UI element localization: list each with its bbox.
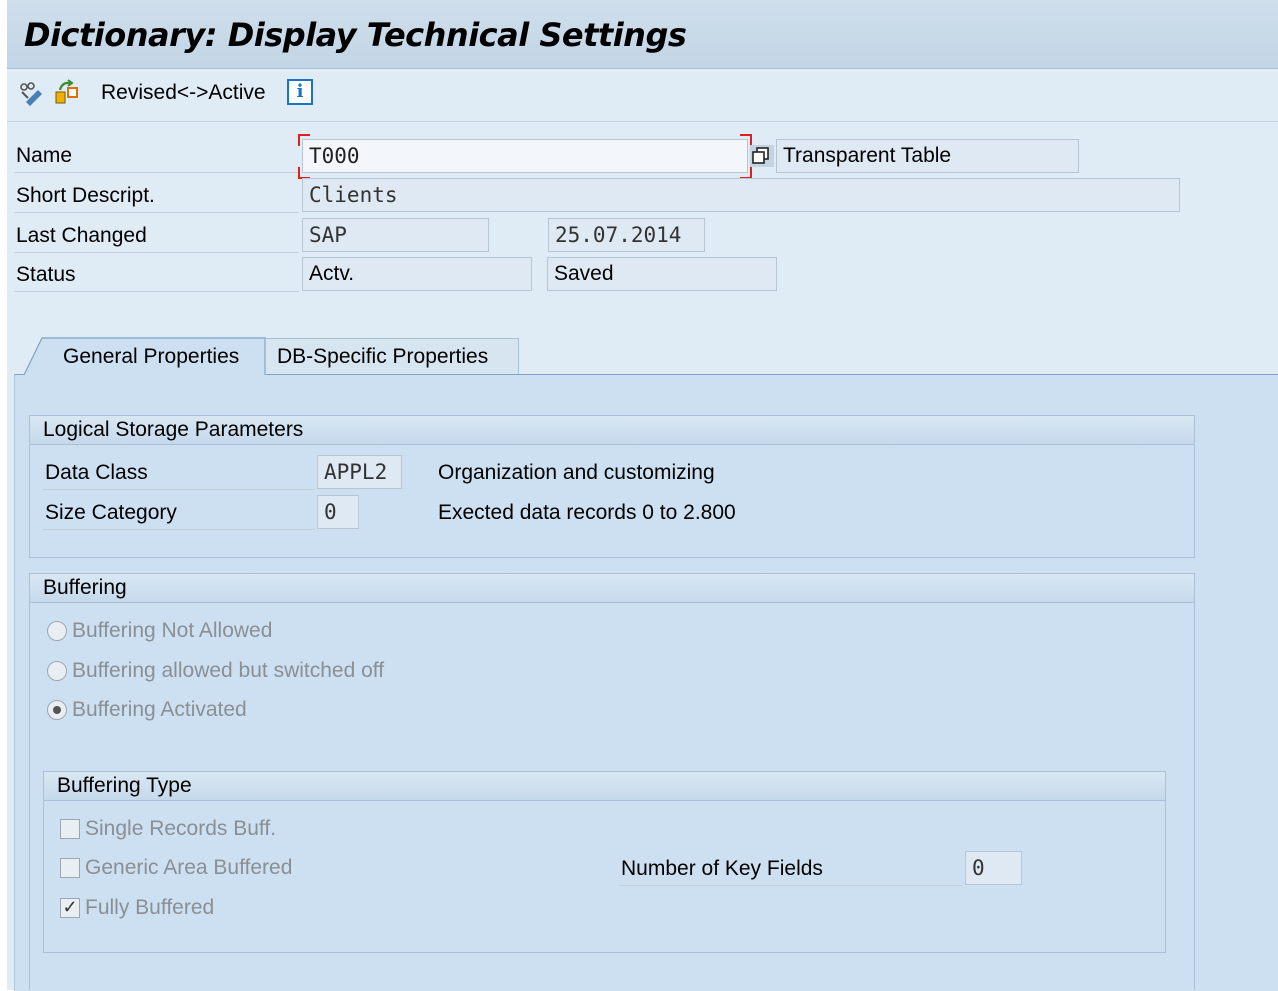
radio-buffering-activated[interactable]	[47, 700, 67, 720]
buffering-title: Buffering	[43, 576, 127, 599]
page-title: Dictionary: Display Technical Settings	[24, 16, 687, 54]
status-label: Status	[16, 263, 76, 286]
checkbox-fully-buffered[interactable]: ✓	[60, 898, 80, 918]
short-desc-underline	[14, 212, 299, 213]
radio-buffering-switched-off[interactable]	[47, 661, 67, 681]
title-bar: Dictionary: Display Technical Settings	[7, 0, 1278, 69]
data-class-underline	[43, 489, 315, 490]
table-type-field: Transparent Table	[776, 139, 1079, 173]
status-field: Actv.	[302, 257, 532, 291]
name-label: Name	[16, 144, 73, 167]
copy-icon[interactable]	[750, 145, 774, 167]
size-category-underline	[43, 529, 315, 530]
data-class-field: APPL2	[317, 455, 402, 489]
key-fields-underline	[619, 885, 962, 886]
last-changed-underline	[14, 252, 299, 253]
status-underline	[14, 291, 299, 292]
buffering-header	[30, 574, 1194, 603]
status-saved-field: Saved	[547, 257, 777, 291]
buffering-type-header	[44, 772, 1165, 801]
checkbox-fully-buffered-label: Fully Buffered	[85, 896, 215, 919]
size-category-label: Size Category	[45, 501, 177, 524]
checkbox-single-records[interactable]	[60, 819, 80, 839]
key-fields-label: Number of Key Fields	[621, 857, 823, 880]
tab-general-label: General Properties	[63, 345, 240, 368]
checkbox-single-records-label: Single Records Buff.	[85, 817, 277, 840]
tab-db-specific-label: DB-Specific Properties	[277, 345, 489, 368]
radio-buffering-switched-off-label: Buffering allowed but switched off	[72, 659, 385, 682]
last-changed-label: Last Changed	[16, 224, 147, 247]
radio-selected-dot	[53, 706, 61, 714]
data-class-label: Data Class	[45, 461, 148, 484]
buffering-type-title: Buffering Type	[57, 774, 192, 797]
last-changed-date-field: 25.07.2014	[548, 218, 705, 252]
logical-storage-title: Logical Storage Parameters	[43, 418, 304, 441]
name-field[interactable]: T000	[302, 139, 748, 173]
other-object-icon[interactable]	[54, 78, 80, 106]
size-category-description: Exected data records 0 to 2.800	[438, 501, 736, 524]
display-change-icon[interactable]	[18, 78, 44, 106]
data-class-description: Organization and customizing	[438, 461, 715, 484]
radio-buffering-activated-label: Buffering Activated	[72, 698, 247, 721]
size-category-field: 0	[317, 495, 359, 529]
revised-active-button[interactable]: Revised<->Active	[101, 81, 266, 105]
checkbox-generic-area-label: Generic Area Buffered	[85, 856, 293, 879]
short-desc-label: Short Descript.	[16, 184, 155, 207]
radio-buffering-not-allowed-label: Buffering Not Allowed	[72, 619, 273, 642]
info-icon[interactable]: i	[287, 79, 313, 105]
radio-buffering-not-allowed[interactable]	[47, 621, 67, 641]
last-changed-user-field: SAP	[302, 218, 489, 252]
checkbox-generic-area[interactable]	[60, 858, 80, 878]
name-underline	[14, 172, 299, 173]
short-desc-field: Clients	[302, 178, 1180, 212]
key-fields-field: 0	[965, 851, 1022, 885]
focus-corner-tl	[298, 134, 310, 146]
